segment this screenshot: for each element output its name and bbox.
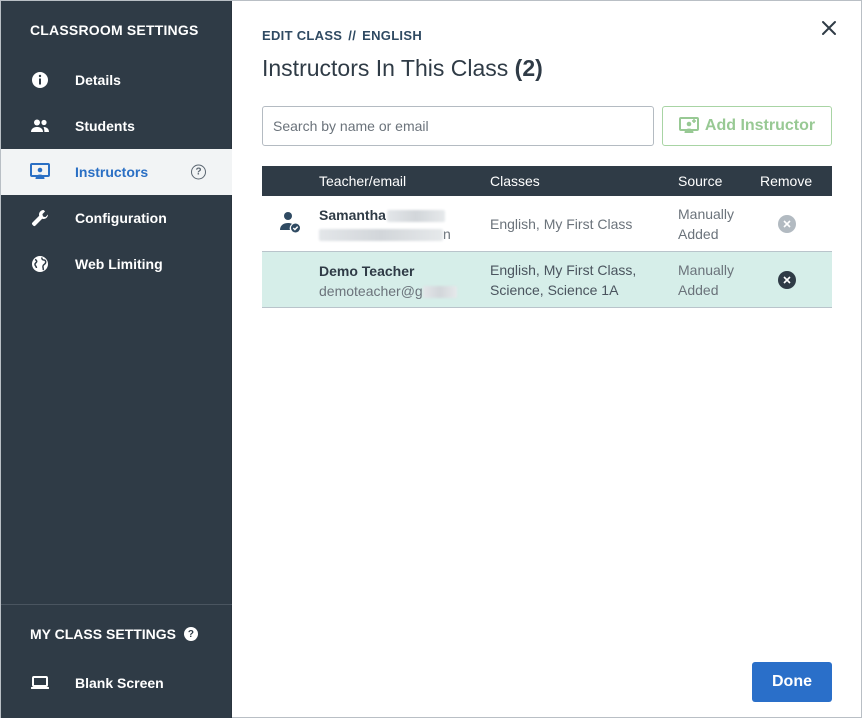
sidebar: CLASSROOM SETTINGS Details Students Inst… xyxy=(1,1,232,718)
sidebar-item-configuration[interactable]: Configuration xyxy=(1,195,232,241)
sidebar-item-instructors[interactable]: Instructors ? xyxy=(1,149,232,195)
close-icon xyxy=(822,21,836,35)
sidebar-item-label: Details xyxy=(75,72,121,88)
wrench-icon xyxy=(30,208,50,228)
table-row: Demo Teacher demoteacher@g English, My F… xyxy=(262,252,832,308)
presenter-icon xyxy=(30,162,50,182)
sidebar-item-label: Configuration xyxy=(75,210,167,226)
help-icon[interactable]: ? xyxy=(183,627,198,641)
people-icon xyxy=(30,116,50,136)
breadcrumb: EDIT CLASS // ENGLISH xyxy=(262,28,422,43)
breadcrumb-item: ENGLISH xyxy=(362,28,423,43)
teacher-name: Demo Teacher xyxy=(319,263,415,279)
teacher-classes: English, My First Class, Science, Science… xyxy=(490,262,637,298)
teacher-source: Manually Added xyxy=(678,206,735,242)
sidebar-item-label: Blank Screen xyxy=(75,675,164,691)
sidebar-item-label: Web Limiting xyxy=(75,256,163,272)
teacher-email: demoteacher@g xyxy=(319,283,457,299)
globe-icon xyxy=(30,254,50,274)
sidebar-item-web-limiting[interactable]: Web Limiting xyxy=(1,241,232,287)
sidebar-divider xyxy=(1,604,232,605)
done-button[interactable]: Done xyxy=(752,662,832,702)
remove-instructor-button-disabled xyxy=(778,215,796,233)
sidebar-item-details[interactable]: Details xyxy=(1,57,232,103)
close-icon xyxy=(783,276,791,284)
column-header: Teacher/email xyxy=(319,173,407,189)
close-icon xyxy=(783,220,791,228)
footer-heading-label: MY CLASS SETTINGS xyxy=(30,626,176,642)
column-header: Classes xyxy=(490,173,540,189)
table-header: Teacher/email Classes Source Remove xyxy=(262,166,832,196)
teacher-email: n xyxy=(319,226,451,242)
add-instructor-label: Add Instructor xyxy=(704,117,816,134)
owner-icon xyxy=(279,210,301,237)
teacher-name: Samantha xyxy=(319,207,445,223)
breadcrumb-separator: // xyxy=(348,28,357,43)
presenter-icon xyxy=(678,117,699,133)
close-button[interactable] xyxy=(818,17,840,39)
column-header: Remove xyxy=(760,173,813,189)
instructors-table: Teacher/email Classes Source Remove Sama… xyxy=(262,166,832,308)
instructor-count: (2) xyxy=(514,55,543,81)
remove-instructor-button[interactable] xyxy=(778,271,796,289)
table-row: Samantha n English, My First Class Manua… xyxy=(262,196,832,252)
search-input[interactable] xyxy=(262,106,654,146)
sidebar-item-label: Students xyxy=(75,118,135,134)
sidebar-heading: CLASSROOM SETTINGS xyxy=(30,22,199,38)
page-title: Instructors In This Class (2) xyxy=(262,55,543,82)
teacher-source: Manually Added xyxy=(678,262,735,298)
teacher-classes: English, My First Class xyxy=(490,216,633,232)
sidebar-nav: Details Students Instructors ? Configura… xyxy=(1,57,232,287)
laptop-icon xyxy=(30,673,50,693)
sidebar-item-blank-screen[interactable]: Blank Screen xyxy=(1,660,232,706)
info-icon xyxy=(30,70,50,90)
page-title-text: Instructors In This Class xyxy=(262,55,509,81)
dialog: CLASSROOM SETTINGS Details Students Inst… xyxy=(0,0,862,718)
column-header: Source xyxy=(678,173,723,189)
breadcrumb-item[interactable]: EDIT CLASS xyxy=(262,28,342,43)
add-instructor-button[interactable]: Add Instructor xyxy=(662,106,832,146)
sidebar-item-label: Instructors xyxy=(75,164,149,180)
my-class-settings-heading: MY CLASS SETTINGS ? xyxy=(30,626,198,642)
help-icon[interactable]: ? xyxy=(191,164,206,180)
sidebar-item-students[interactable]: Students xyxy=(1,103,232,149)
